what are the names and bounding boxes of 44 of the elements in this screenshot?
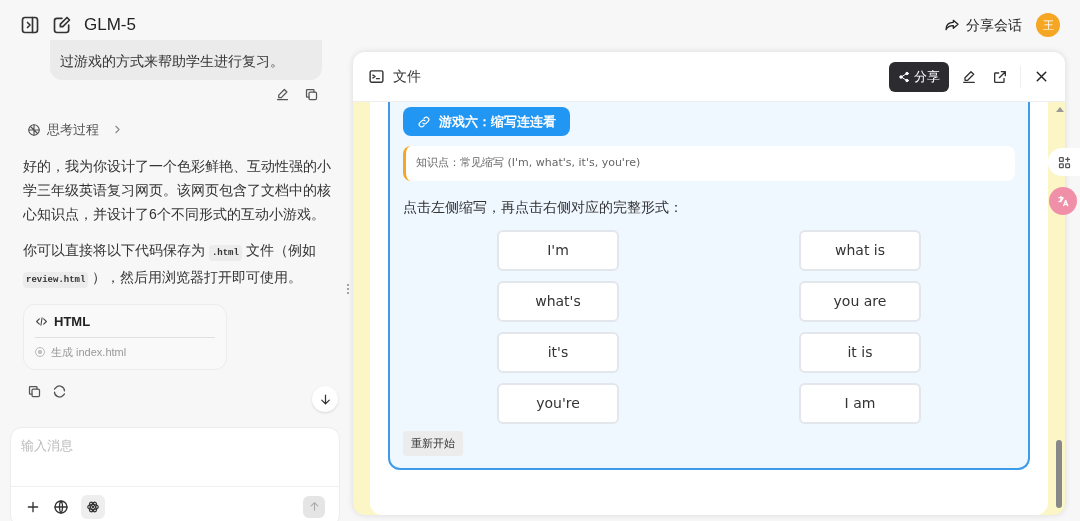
restart-button[interactable]: 重新开始: [403, 431, 463, 456]
apps-icon[interactable]: [1048, 148, 1080, 176]
word-card[interactable]: what is: [799, 230, 921, 271]
share-arrow-icon[interactable]: [944, 17, 960, 33]
hint-box: 知识点：常见缩写 (I'm, what's, it's, you're): [403, 146, 1015, 181]
word-card[interactable]: you are: [799, 281, 921, 322]
reply-paragraph: 好的，我为你设计了一个色彩鲜艳、互动性强的小学三年级英语复习网页。该网页包含了文档中的核心知识点，并设计了6个不同形式的互动小游戏。: [23, 156, 331, 224]
word-card[interactable]: I'm: [497, 230, 619, 271]
copy-icon[interactable]: [304, 87, 319, 102]
globe-icon[interactable]: [53, 498, 69, 515]
word-card[interactable]: it is: [799, 332, 921, 373]
share-icon[interactable]: [898, 70, 910, 83]
panel-title: 文件: [393, 67, 421, 86]
word-card[interactable]: you're: [497, 383, 619, 424]
message-field[interactable]: 输入消息: [11, 428, 339, 486]
file-status: 生成 index.html: [51, 345, 127, 360]
edit-icon[interactable]: [52, 15, 72, 35]
refresh-icon[interactable]: [52, 383, 67, 399]
link-icon[interactable]: [417, 114, 431, 129]
edit-icon[interactable]: [275, 87, 290, 102]
instruction-text: 点击左侧缩写，再点击右侧对应的完整形式：: [403, 198, 684, 217]
word-card[interactable]: I am: [799, 383, 921, 424]
model-title: GLM-5: [84, 14, 136, 37]
sidebar-toggle-icon[interactable]: [20, 15, 40, 35]
share-conversation-button[interactable]: 分享会话: [944, 14, 1022, 36]
file-card[interactable]: HTML 生成 index.html: [23, 303, 227, 370]
word-card[interactable]: what's: [497, 281, 619, 322]
scrollbar-thumb[interactable]: [1056, 440, 1062, 508]
edit-icon[interactable]: [961, 68, 977, 85]
copy-icon[interactable]: [27, 383, 42, 399]
thinking-toggle[interactable]: 思考过程: [27, 120, 124, 140]
game-title: 游戏六：缩写连连看: [403, 107, 570, 136]
code-icon[interactable]: [35, 314, 48, 328]
user-message-bubble: 过游戏的方式来帮助学生进行复习。: [50, 40, 322, 80]
external-link-icon[interactable]: [992, 68, 1008, 85]
file-card-title: HTML: [54, 312, 91, 331]
scroll-up-icon[interactable]: [1056, 107, 1064, 112]
share-button[interactable]: 分享: [889, 61, 949, 92]
reply-paragraph: 你可以直接将以下代码保存为 .html 文件（例如 review.html ），然后用浏览器打开即可使用。: [23, 237, 331, 292]
scroll-down-button[interactable]: [312, 386, 338, 412]
word-card[interactable]: it's: [497, 332, 619, 373]
atom-icon[interactable]: [81, 494, 105, 519]
message-input[interactable]: 输入消息: [10, 427, 340, 521]
terminal-icon[interactable]: [368, 68, 385, 85]
